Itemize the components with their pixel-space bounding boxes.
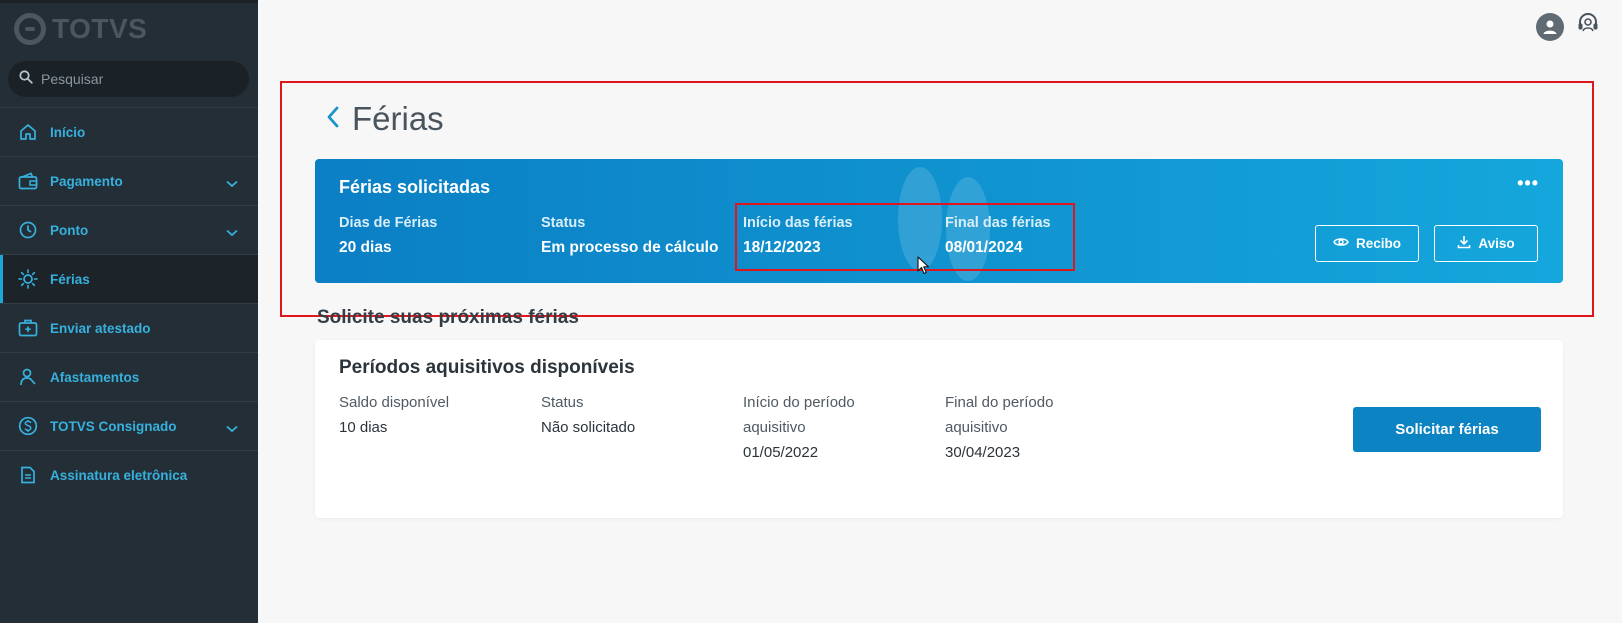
field-label: Status	[541, 215, 586, 231]
field-label: Dias de Férias	[339, 215, 438, 231]
sidebar-item-label: Afastamentos	[50, 369, 140, 385]
notice-button[interactable]: Aviso	[1434, 225, 1538, 262]
wallet-icon	[18, 171, 38, 191]
dollar-icon	[18, 416, 38, 436]
sidebar-item-label: Pagamento	[50, 173, 123, 189]
period-end-field: Final do período aquisitivo 30/04/2023	[945, 390, 1053, 465]
receipt-button[interactable]: Recibo	[1315, 225, 1419, 262]
field-value: 01/05/2022	[743, 444, 819, 461]
support-icon[interactable]	[1576, 12, 1600, 41]
vacation-status-field: Status Em processo de cálculo	[541, 215, 718, 257]
chevron-down-icon[interactable]	[226, 224, 238, 242]
person-icon	[18, 367, 38, 387]
field-label-continued: aquisitivo	[945, 419, 1008, 436]
field-label: Saldo disponível	[339, 394, 450, 411]
more-options-icon[interactable]: •••	[1517, 173, 1539, 194]
sun-icon	[18, 269, 38, 289]
field-value: Em processo de cálculo	[541, 239, 719, 256]
mouse-cursor-icon	[917, 256, 930, 275]
sidebar-item-afastamentos[interactable]: Afastamentos	[0, 352, 258, 401]
sidebar-item-ferias[interactable]: Férias	[0, 254, 258, 303]
request-vacation-button[interactable]: Solicitar férias	[1353, 407, 1541, 452]
page-title: Férias	[352, 100, 444, 137]
medical-kit-icon	[18, 318, 38, 338]
sidebar-item-label: Assinatura eletrônica	[50, 467, 188, 483]
page-header: Férias	[326, 100, 444, 138]
field-value: Não solicitado	[541, 419, 636, 436]
requested-vacation-card: Férias solicitadas ••• Dias de Férias 20…	[315, 159, 1563, 283]
vacation-days-field: Dias de Férias 20 dias	[339, 215, 437, 257]
search-icon	[19, 69, 33, 89]
field-value: 10 dias	[339, 419, 388, 436]
period-start-field: Início do período aquisitivo 01/05/2022	[743, 390, 855, 465]
eye-icon	[1333, 236, 1349, 251]
search-box[interactable]	[8, 61, 249, 97]
sidebar-item-label: TOTVS Consignado	[50, 418, 177, 434]
dates-highlight-box	[735, 203, 1075, 271]
field-label: Início do período	[743, 394, 855, 411]
avatar[interactable]	[1536, 12, 1564, 41]
download-icon	[1457, 235, 1471, 252]
next-vacation-section-title: Solicite suas próximas férias	[317, 307, 579, 328]
period-status-field: Status Não solicitado	[541, 390, 635, 440]
sidebar-item-label: Enviar atestado	[50, 320, 151, 336]
field-value: 20 dias	[339, 239, 392, 256]
acquisition-periods-card: Períodos aquisitivos disponíveis Saldo d…	[315, 340, 1563, 518]
sidebar-item-inicio[interactable]: Início	[0, 107, 258, 156]
totvs-logo: TOTVS	[14, 13, 147, 45]
chevron-down-icon[interactable]	[226, 175, 238, 193]
field-label: Final do período	[945, 394, 1054, 411]
field-label-continued: aquisitivo	[743, 419, 806, 436]
logo-text: TOTVS	[52, 13, 148, 44]
top-bar-actions	[1536, 12, 1600, 41]
field-label: Status	[541, 394, 584, 411]
sidebar-item-pagamento[interactable]: Pagamento	[0, 156, 258, 205]
sidebar-item-label: Férias	[50, 271, 90, 287]
search-input[interactable]	[41, 71, 231, 87]
sidebar-item-label: Início	[50, 124, 86, 140]
sidebar-item-totvs-consignado[interactable]: TOTVS Consignado	[0, 401, 258, 450]
document-icon	[18, 465, 38, 485]
totvs-logo-icon	[14, 13, 46, 45]
sidebar-item-assinatura-eletronica[interactable]: Assinatura eletrônica	[0, 450, 258, 499]
acquisition-periods-title: Períodos aquisitivos disponíveis	[339, 357, 635, 378]
available-balance-field: Saldo disponível 10 dias	[339, 390, 449, 440]
sidebar-item-label: Ponto	[50, 222, 89, 238]
home-icon	[18, 122, 38, 142]
sidebar-item-enviar-atestado[interactable]: Enviar atestado	[0, 303, 258, 352]
sidebar: TOTVS Início Pagamento Ponto	[0, 0, 258, 623]
field-value: 30/04/2023	[945, 444, 1021, 461]
chevron-down-icon[interactable]	[226, 420, 238, 438]
sidebar-item-ponto[interactable]: Ponto	[0, 205, 258, 254]
back-chevron-icon[interactable]	[326, 106, 340, 133]
receipt-button-label: Recibo	[1355, 236, 1401, 251]
sidebar-nav: Início Pagamento Ponto Férias Enviar ate…	[0, 107, 258, 499]
clock-icon	[18, 220, 38, 240]
requested-vacation-title: Férias solicitadas	[339, 177, 491, 197]
notice-button-label: Aviso	[1478, 236, 1515, 251]
